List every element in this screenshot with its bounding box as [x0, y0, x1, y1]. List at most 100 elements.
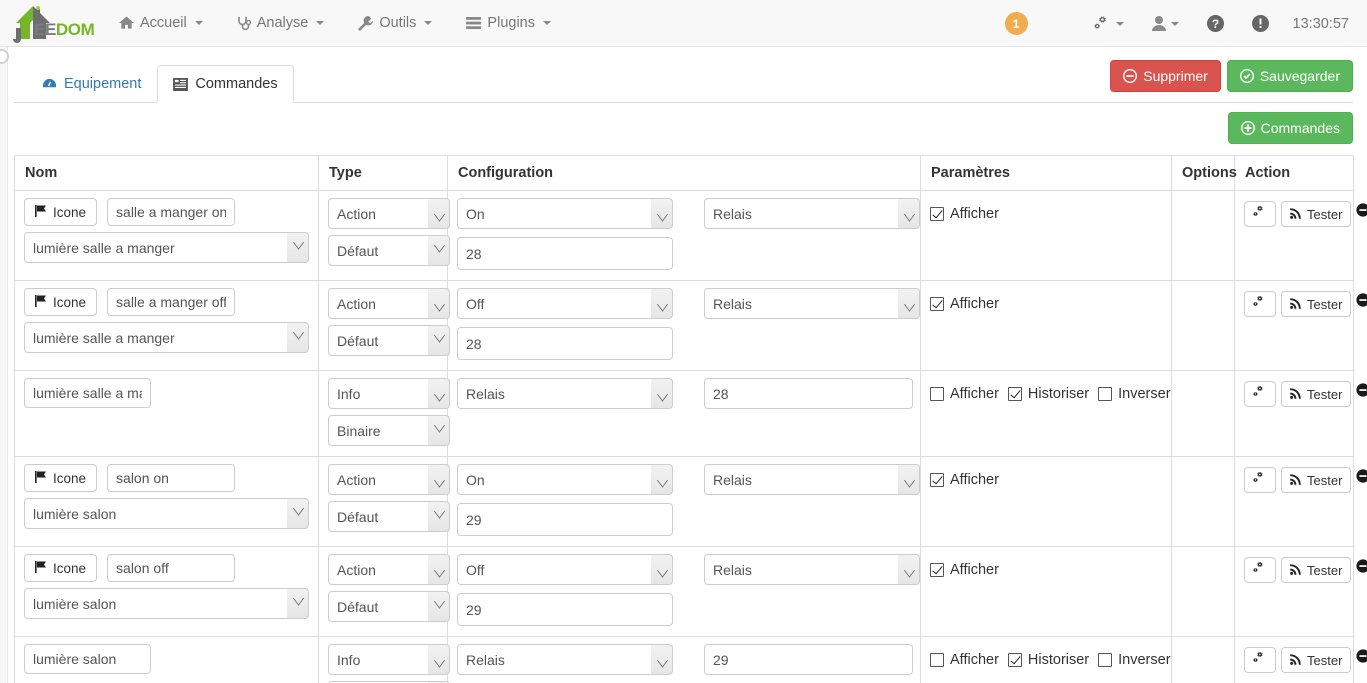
- select-control[interactable]: On: [457, 198, 673, 229]
- gears-menu[interactable]: [1080, 15, 1138, 32]
- config-value-input[interactable]: [457, 593, 673, 626]
- remove-row-icon[interactable]: [1356, 469, 1367, 488]
- command-name-input[interactable]: [24, 644, 151, 674]
- configure-button[interactable]: [1244, 467, 1276, 493]
- command-name-input[interactable]: [107, 288, 236, 316]
- select-control[interactable]: Off: [457, 288, 673, 319]
- checkbox-box-afficher[interactable]: [930, 297, 944, 311]
- command-name-input[interactable]: [107, 198, 236, 226]
- select-control[interactable]: lumière salle a manger: [24, 232, 309, 263]
- icone-button[interactable]: Icone: [24, 288, 98, 316]
- select-control[interactable]: Action: [328, 464, 450, 495]
- select-control[interactable]: Relais: [704, 198, 920, 229]
- test-button[interactable]: Tester: [1281, 291, 1352, 317]
- select-control[interactable]: Relais: [704, 464, 920, 495]
- checkbox-historiser[interactable]: Historiser: [1007, 386, 1089, 402]
- command-name-input[interactable]: [107, 554, 236, 582]
- nav-item-accueil[interactable]: Accueil: [102, 0, 220, 47]
- select-control[interactable]: Action: [328, 554, 450, 585]
- checkbox-historiser[interactable]: Historiser: [1007, 652, 1089, 668]
- select-control[interactable]: Relais: [457, 644, 673, 675]
- checkbox-box-afficher[interactable]: [930, 473, 944, 487]
- checkbox-afficher[interactable]: Afficher: [930, 206, 999, 222]
- configure-button[interactable]: [1244, 557, 1276, 583]
- select-control[interactable]: lumière salon: [24, 588, 309, 619]
- icone-button[interactable]: Icone: [24, 198, 98, 226]
- icone-button[interactable]: Icone: [24, 554, 98, 582]
- select-control[interactable]: Défaut: [328, 501, 450, 532]
- select-wrapper: lumière salon: [24, 492, 309, 529]
- remove-row-icon[interactable]: [1356, 203, 1367, 222]
- info-button[interactable]: [1238, 15, 1283, 32]
- remove-row-icon[interactable]: [1356, 293, 1367, 312]
- tab-equipement[interactable]: Equipement: [26, 65, 157, 103]
- config-value-input[interactable]: [457, 327, 673, 360]
- configure-button[interactable]: [1244, 381, 1276, 407]
- test-button[interactable]: Tester: [1281, 647, 1352, 673]
- command-name-input[interactable]: [24, 378, 151, 408]
- brand-logo[interactable]: EEDOM: [0, 0, 95, 47]
- checkbox-box-afficher[interactable]: [930, 387, 944, 401]
- select-control[interactable]: Défaut: [328, 591, 450, 622]
- select-control[interactable]: On: [457, 464, 673, 495]
- icone-button[interactable]: Icone: [24, 464, 98, 492]
- checkbox-afficher[interactable]: Afficher: [930, 386, 999, 402]
- remove-row-icon[interactable]: [1356, 383, 1367, 402]
- add-command-button[interactable]: Commandes: [1227, 112, 1353, 144]
- notification-badge[interactable]: 1: [1004, 12, 1028, 35]
- test-button[interactable]: Tester: [1281, 201, 1352, 227]
- checkbox-afficher[interactable]: Afficher: [930, 562, 999, 578]
- command-name-input[interactable]: [107, 464, 236, 492]
- checkbox-afficher[interactable]: Afficher: [930, 296, 999, 312]
- config-value-input[interactable]: [457, 237, 673, 270]
- select-control[interactable]: Défaut: [328, 325, 450, 356]
- select-control[interactable]: Binaire: [328, 415, 450, 446]
- table-row: Icone lumière salon Action Défaut On: [14, 456, 1367, 547]
- config-value-input[interactable]: [457, 503, 673, 536]
- checkbox-box-historiser[interactable]: [1007, 653, 1022, 667]
- test-button[interactable]: Tester: [1281, 557, 1352, 583]
- nav-item-analyse[interactable]: Analyse: [220, 0, 342, 47]
- tab-commandes[interactable]: Commandes: [157, 65, 294, 103]
- remove-row-icon[interactable]: [1356, 649, 1367, 668]
- configure-button[interactable]: [1244, 647, 1276, 673]
- test-button[interactable]: Tester: [1281, 467, 1352, 493]
- checkbox-box-afficher[interactable]: [930, 653, 944, 667]
- chevron-down-icon: [1115, 21, 1124, 26]
- page-action-buttons: Supprimer Sauvegarder: [1110, 60, 1353, 92]
- delete-button[interactable]: Supprimer: [1110, 60, 1221, 92]
- remove-row-icon[interactable]: [1356, 559, 1367, 578]
- select-control[interactable]: Info: [328, 378, 450, 409]
- checkbox-box-inverser[interactable]: [1098, 387, 1113, 401]
- nav-item-plugins[interactable]: Plugins: [449, 0, 568, 47]
- select-control[interactable]: Relais: [704, 288, 920, 319]
- select-control[interactable]: Relais: [457, 378, 673, 409]
- select-control[interactable]: lumière salon: [24, 498, 309, 529]
- select-control[interactable]: lumière salle a manger: [24, 322, 309, 353]
- select-control[interactable]: Action: [328, 288, 450, 319]
- select-control[interactable]: Relais: [704, 554, 920, 585]
- config-value-input[interactable]: [704, 378, 913, 409]
- select-control[interactable]: Info: [328, 644, 450, 675]
- checkbox-box-historiser[interactable]: [1007, 387, 1022, 401]
- config-value-input[interactable]: [704, 644, 913, 675]
- user-menu[interactable]: [1138, 16, 1193, 31]
- icone-button-label: Icone: [53, 204, 87, 220]
- configure-button[interactable]: [1244, 201, 1276, 227]
- checkbox-afficher[interactable]: Afficher: [930, 472, 999, 488]
- checkbox-box-inverser[interactable]: [1098, 653, 1113, 667]
- select-control[interactable]: Défaut: [328, 235, 450, 266]
- nav-item-outils[interactable]: Outils: [341, 0, 449, 47]
- checkbox-box-afficher[interactable]: [930, 563, 944, 577]
- help-button[interactable]: ?: [1193, 15, 1238, 32]
- configure-button[interactable]: [1244, 291, 1276, 317]
- checkbox-box-afficher[interactable]: [930, 207, 944, 221]
- checkbox-afficher[interactable]: Afficher: [930, 652, 999, 668]
- test-button[interactable]: Tester: [1281, 381, 1352, 407]
- select-control[interactable]: Off: [457, 554, 673, 585]
- select-wrapper: Action: [328, 288, 450, 319]
- checkbox-inverser[interactable]: Inverser: [1098, 386, 1171, 402]
- save-button[interactable]: Sauvegarder: [1226, 60, 1353, 92]
- checkbox-inverser[interactable]: Inverser: [1098, 652, 1171, 668]
- select-control[interactable]: Action: [328, 198, 450, 229]
